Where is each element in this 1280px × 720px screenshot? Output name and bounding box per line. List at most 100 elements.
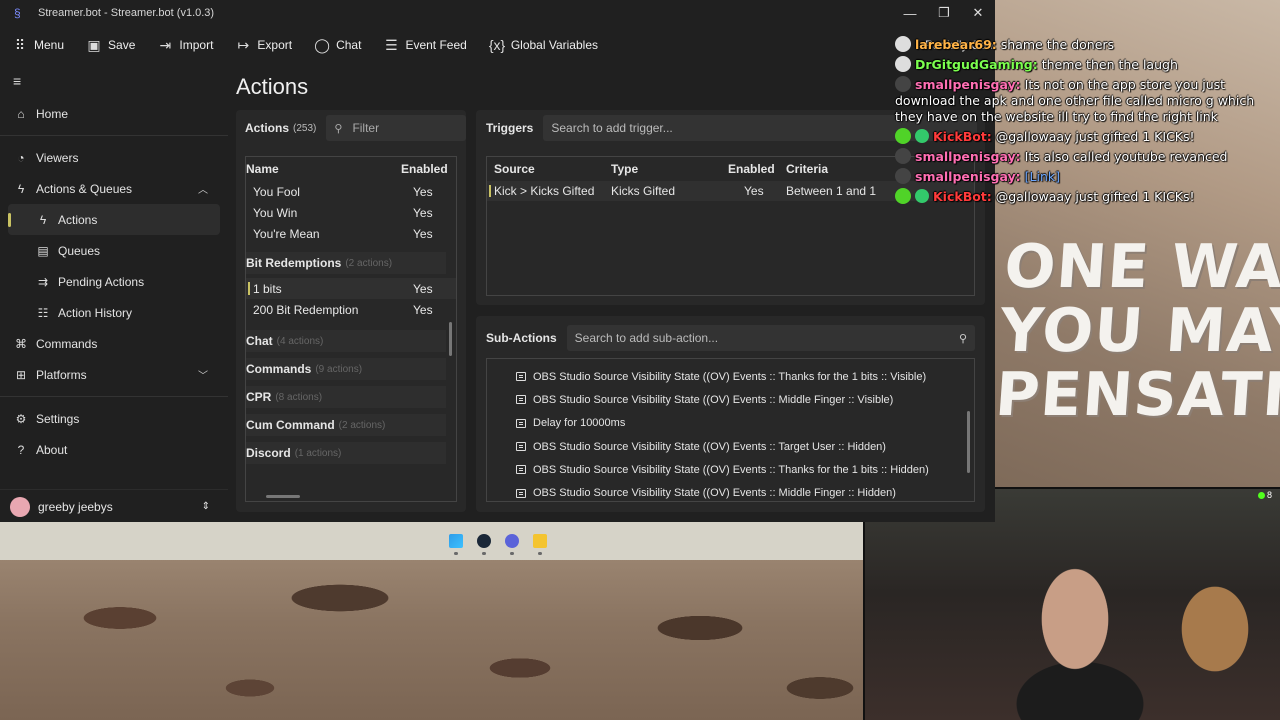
lightning-icon: ϟ xyxy=(39,212,47,227)
history-icon: ☷ xyxy=(37,305,49,320)
list-item[interactable]: You Win Yes xyxy=(246,202,456,223)
sidebar-item-settings[interactable]: ⚙ Settings xyxy=(0,403,228,434)
chat-message: smallpenisgay: Its not on the app store … xyxy=(895,76,1280,125)
streamerbot-window: § Streamer.bot - Streamer.bot (v1.0.3) —… xyxy=(0,0,995,522)
group-header[interactable]: Cum Command (2 actions) xyxy=(246,414,446,436)
search-icon: ⚲ xyxy=(334,122,343,135)
horizontal-scrollbar[interactable] xyxy=(266,495,300,498)
minimize-button[interactable]: — xyxy=(893,0,927,26)
chat-text: Its also called youtube revanced xyxy=(1024,149,1228,164)
subaction-search-input[interactable]: Search to add sub-action... ⚲ xyxy=(566,325,975,351)
group-name: Bit Redemptions xyxy=(246,256,342,270)
chat-avatar xyxy=(895,148,911,164)
maximize-button[interactable]: ❐ xyxy=(927,0,961,26)
filter-input[interactable]: ⚲ Filter xyxy=(326,115,466,141)
platforms-icon: ⊞ xyxy=(15,367,27,382)
import-label: Import xyxy=(179,38,214,52)
actions-label: Actions xyxy=(245,121,290,135)
import-button[interactable]: ⇥ Import xyxy=(157,37,214,54)
group-count: (4 actions) xyxy=(276,335,324,347)
subaction-item[interactable]: OBS Studio Source Visibility State ((OV)… xyxy=(487,388,974,411)
search-icon: ⚲ xyxy=(958,332,967,345)
chevron-down-icon: ﹀ xyxy=(198,371,208,382)
sidebar-item-actions-queues[interactable]: ϟ Actions & Queues ︿ xyxy=(0,173,228,204)
sidebar-item-label: Commands xyxy=(36,336,98,351)
group-header[interactable]: Chat (4 actions) xyxy=(246,330,446,352)
subaction-item[interactable]: OBS Studio Source Visibility State ((OV)… xyxy=(487,458,974,481)
group-name: Cum Command xyxy=(246,418,335,432)
group-header[interactable]: Commands (9 actions) xyxy=(246,358,446,380)
menu-button[interactable]: ⠿ Menu xyxy=(12,37,64,54)
verified-badge-icon xyxy=(915,129,929,143)
vertical-scrollbar[interactable] xyxy=(967,411,970,473)
profile-switcher[interactable]: greeby jeebys ⇕ xyxy=(0,489,228,523)
close-button[interactable]: ✕ xyxy=(961,0,995,26)
chat-username: KickBot: xyxy=(933,189,992,204)
windows-start-icon[interactable] xyxy=(448,534,463,555)
sidebar-item-commands[interactable]: ⌘ Commands xyxy=(0,328,228,359)
subaction-item[interactable]: OBS Studio Source Visibility State ((OV)… xyxy=(487,365,974,388)
streamerbot-icon[interactable] xyxy=(504,534,519,555)
trigger-type: Kicks Gifted xyxy=(611,184,676,198)
sidebar-item-queues[interactable]: ▤ Queues xyxy=(0,235,228,266)
group-header[interactable]: Discord (1 actions) xyxy=(246,442,446,464)
column-name[interactable]: Name xyxy=(246,162,401,176)
group-header[interactable]: Bit Redemptions (2 actions) xyxy=(246,252,446,274)
sidebar-item-platforms[interactable]: ⊞ Platforms ﹀ xyxy=(0,359,228,390)
column-type[interactable]: Type xyxy=(611,162,728,176)
sidebar: ≡ ⌂ Home ◔ Viewers ϟ Actions & Queues ︿ ϟ Act… xyxy=(0,64,228,522)
global-variables-button[interactable]: {x} Global Variables xyxy=(489,37,598,53)
sidebar-item-pending-actions[interactable]: ⇉ Pending Actions xyxy=(0,266,228,297)
sidebar-item-about[interactable]: ? About xyxy=(0,434,228,465)
chat-text: shame the doners xyxy=(1000,37,1115,52)
sidebar-item-viewers[interactable]: ◔ Viewers xyxy=(0,142,228,173)
action-name: You Fool xyxy=(253,184,300,199)
title-bar: § Streamer.bot - Streamer.bot (v1.0.3) —… xyxy=(0,0,995,26)
event-feed-button[interactable]: ☰ Event Feed xyxy=(383,37,467,54)
divider xyxy=(0,135,228,136)
actions-list: Name Enabled You Fool Yes You Win Yes You'… xyxy=(245,156,457,502)
action-name: You Win xyxy=(253,205,298,220)
export-label: Export xyxy=(257,38,293,52)
subaction-item[interactable]: Delay for 10000ms xyxy=(487,412,974,435)
steam-icon[interactable] xyxy=(476,534,491,555)
queue-icon: ▤ xyxy=(37,243,49,258)
chat-message: larebear69: shame the doners xyxy=(895,36,1280,53)
subaction-item[interactable]: OBS Studio Source Visibility State ((OV)… xyxy=(487,435,974,458)
subaction-icon xyxy=(516,465,526,475)
chat-text: @gallowaay just gifted 1 KICKs! xyxy=(995,189,1195,204)
column-enabled[interactable]: Enabled xyxy=(728,162,786,176)
sidebar-item-action-history[interactable]: ☷ Action History xyxy=(0,297,228,328)
action-name: 200 Bit Redemption xyxy=(253,302,359,317)
export-button[interactable]: ↦ Export xyxy=(235,36,293,54)
menu-label: Menu xyxy=(34,38,65,52)
subactions-label: Sub-Actions xyxy=(486,331,557,345)
chat-button[interactable]: ◯ Chat xyxy=(314,37,361,54)
column-source[interactable]: Source xyxy=(494,162,611,176)
column-enabled[interactable]: Enabled xyxy=(401,162,448,176)
chat-avatar xyxy=(895,168,911,184)
subaction-item[interactable]: OBS Studio Source Visibility State ((OV)… xyxy=(487,481,974,501)
filter-placeholder: Filter xyxy=(352,121,380,135)
group-name: Chat xyxy=(246,334,273,348)
file-explorer-icon[interactable] xyxy=(532,534,547,555)
action-enabled: Yes xyxy=(413,205,433,220)
chat-message: KickBot: @gallowaay just gifted 1 KICKs! xyxy=(895,188,1280,205)
list-item[interactable]: 200 Bit Redemption Yes xyxy=(246,299,456,320)
triggers-label: Triggers xyxy=(486,121,534,135)
hamburger-icon[interactable]: ≡ xyxy=(0,64,228,98)
list-item[interactable]: You're Mean Yes xyxy=(246,223,456,244)
list-item[interactable]: 1 bits Yes xyxy=(246,278,456,299)
vertical-scrollbar[interactable] xyxy=(449,322,452,356)
sidebar-item-home[interactable]: ⌂ Home xyxy=(0,98,228,129)
main-content: Actions Actions (253) ⚲ Filter Name Enab… xyxy=(228,64,995,522)
chat-overlay: larebear69: shame the doners DrGitgudGam… xyxy=(895,36,1280,208)
export-icon: ↦ xyxy=(237,36,250,53)
group-header[interactable]: CPR (8 actions) xyxy=(246,386,446,408)
lightning-icon: ϟ xyxy=(17,181,25,196)
save-button[interactable]: ▣ Save xyxy=(86,37,135,54)
sidebar-item-actions[interactable]: ϟ Actions xyxy=(8,204,220,235)
column-criteria[interactable]: Criteria xyxy=(786,162,906,176)
list-item[interactable]: You Fool Yes xyxy=(246,181,456,202)
action-enabled: Yes xyxy=(413,281,433,296)
